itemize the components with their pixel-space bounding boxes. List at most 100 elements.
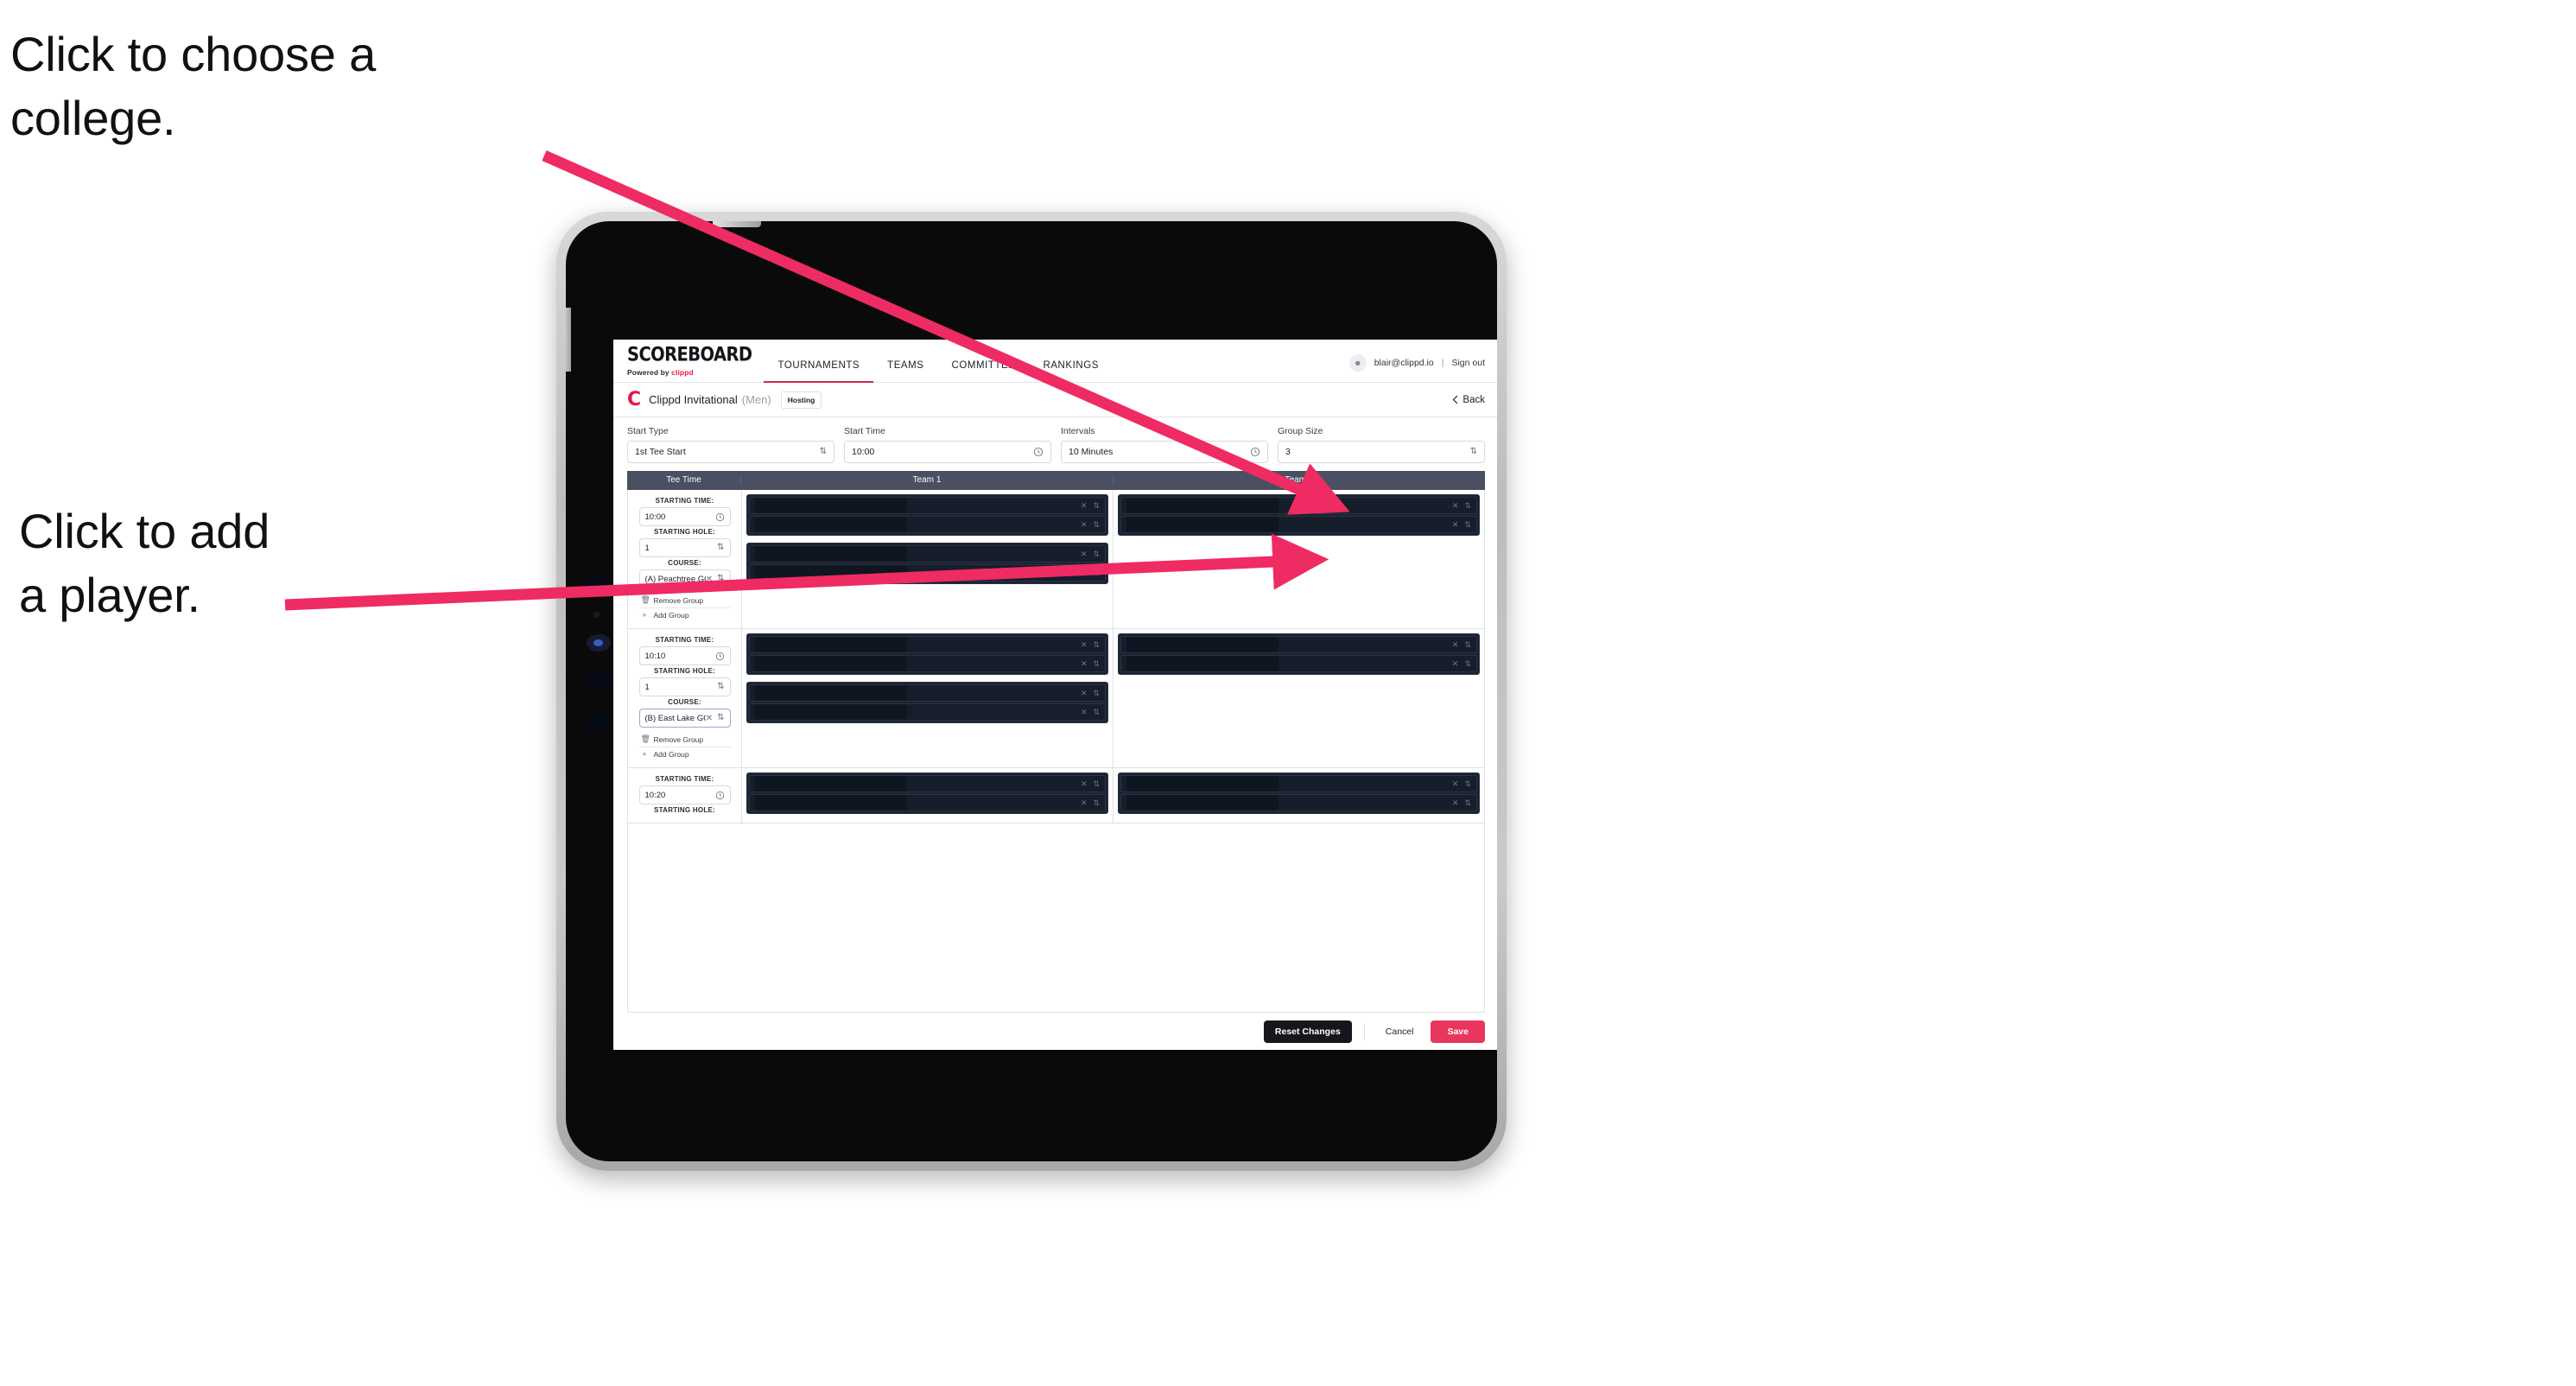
player-group: ✕ ⇅ ✕ ⇅ (1118, 772, 1480, 814)
annotation-choose-college: Click to choose a college. (10, 27, 377, 145)
user-icon[interactable]: ☻ (1348, 354, 1367, 372)
chevron-updown-icon[interactable]: ⇅ (1093, 689, 1100, 698)
main-nav: TOURNAMENTS TEAMS COMMITTEE RANKINGS (764, 340, 1112, 383)
tablet-bezel: SCOREBOARD Powered by clippd TOURNAMENTS… (566, 221, 1497, 1161)
start-time-input[interactable]: 10:00 (844, 441, 1051, 463)
chevron-updown-icon: ⇅ (717, 713, 725, 722)
remove-group-button[interactable]: 🗑 Remove Group (639, 732, 731, 747)
close-icon[interactable]: ✕ (1452, 798, 1459, 808)
player-slot[interactable]: ✕ ⇅ (1120, 636, 1477, 653)
chevron-updown-icon[interactable]: ⇅ (1093, 779, 1100, 789)
close-icon[interactable]: ✕ (1081, 520, 1088, 530)
group-size-stepper[interactable]: 3 ⇅ (1278, 441, 1485, 463)
chevron-updown-icon[interactable]: ⇅ (1093, 708, 1100, 717)
close-icon[interactable]: ✕ (706, 575, 713, 584)
power-button (713, 221, 761, 227)
player-slot[interactable]: ✕ ⇅ (749, 684, 1106, 702)
control-intervals: Intervals 10 Minutes (1061, 426, 1268, 463)
chevron-updown-icon[interactable]: ⇅ (1093, 520, 1100, 530)
player-name-redacted (1126, 656, 1278, 671)
player-group: ✕ ⇅ ✕ ⇅ (746, 494, 1108, 536)
group-actions: 🗑 Remove Group + Add Group (638, 593, 731, 622)
chevron-updown-icon: ⇅ (717, 543, 725, 552)
chevron-updown-icon[interactable]: ⇅ (1093, 550, 1100, 559)
chevron-updown-icon[interactable]: ⇅ (1093, 569, 1100, 578)
close-icon[interactable]: ✕ (1452, 779, 1459, 789)
nav-tab-teams[interactable]: TEAMS (873, 360, 937, 382)
intervals-input[interactable]: 10 Minutes (1061, 441, 1268, 463)
starting-time-input[interactable]: 10:10 (638, 646, 731, 665)
nav-tab-rankings[interactable]: RANKINGS (1029, 360, 1112, 382)
close-icon[interactable]: ✕ (1081, 659, 1088, 669)
chevron-updown-icon[interactable]: ⇅ (1093, 798, 1100, 808)
sign-out-link[interactable]: Sign out (1451, 358, 1485, 368)
player-slot[interactable]: ✕ ⇅ (749, 516, 1106, 533)
close-icon[interactable]: ✕ (1081, 708, 1088, 717)
player-slot-controls: ✕ ⇅ (1452, 659, 1471, 669)
chevron-updown-icon[interactable]: ⇅ (1464, 798, 1471, 808)
add-group-button[interactable]: + Add Group (638, 747, 731, 761)
close-icon[interactable]: ✕ (1081, 550, 1088, 559)
player-slot[interactable]: ✕ ⇅ (1120, 516, 1477, 533)
player-slot[interactable]: ✕ ⇅ (749, 497, 1106, 514)
player-slot[interactable]: ✕ ⇅ (749, 794, 1106, 811)
start-type-select[interactable]: 1st Tee Start ⇅ (627, 441, 834, 463)
player-slot[interactable]: ✕ ⇅ (1120, 775, 1477, 792)
nav-tab-tournaments[interactable]: TOURNAMENTS (764, 360, 873, 383)
tee-time-cell: STARTING TIME: 10:00 STARTING HOLE: 1 ⇅ … (628, 490, 742, 628)
player-name-redacted (1126, 795, 1278, 811)
chevron-updown-icon[interactable]: ⇅ (1464, 501, 1471, 511)
course-select[interactable]: (B) East Lake GC ✕ ⇅ (638, 709, 731, 728)
player-slot[interactable]: ✕ ⇅ (749, 655, 1106, 672)
close-icon[interactable]: ✕ (1452, 520, 1459, 530)
tee-sheet-table-body[interactable]: STARTING TIME: 10:00 STARTING HOLE: 1 ⇅ … (627, 490, 1485, 1013)
player-slot-controls: ✕ ⇅ (1081, 501, 1100, 511)
chevron-updown-icon[interactable]: ⇅ (1093, 640, 1100, 650)
close-icon[interactable]: ✕ (1081, 779, 1088, 789)
chevron-updown-icon[interactable]: ⇅ (1464, 640, 1471, 650)
close-icon[interactable]: ✕ (1081, 689, 1088, 698)
reset-changes-button[interactable]: Reset Changes (1263, 1020, 1352, 1043)
starting-hole-stepper[interactable]: 1 ⇅ (638, 677, 731, 696)
player-slot[interactable]: ✕ ⇅ (749, 564, 1106, 582)
player-slot-controls: ✕ ⇅ (1452, 520, 1471, 530)
close-icon[interactable]: ✕ (1081, 798, 1088, 808)
player-name-redacted (1126, 637, 1278, 652)
starting-time-input[interactable]: 10:00 (638, 507, 731, 526)
divider (1363, 1023, 1365, 1040)
player-slot[interactable]: ✕ ⇅ (1120, 497, 1477, 514)
close-icon[interactable]: ✕ (1452, 640, 1459, 650)
nav-tab-committee[interactable]: COMMITTEE (938, 360, 1030, 382)
player-slot[interactable]: ✕ ⇅ (1120, 794, 1477, 811)
tee-time-cell: STARTING TIME: 10:10 STARTING HOLE: 1 ⇅ … (628, 629, 742, 767)
chevron-updown-icon[interactable]: ⇅ (1464, 659, 1471, 669)
course-value: (A) Peachtree GC (644, 574, 706, 584)
close-icon[interactable]: ✕ (1452, 659, 1459, 669)
cancel-button[interactable]: Cancel (1377, 1020, 1423, 1043)
close-icon[interactable]: ✕ (1452, 501, 1459, 511)
close-icon[interactable]: ✕ (1081, 640, 1088, 650)
player-slot[interactable]: ✕ ⇅ (749, 703, 1106, 721)
player-slot[interactable]: ✕ ⇅ (1120, 655, 1477, 672)
starting-time-input[interactable]: 10:20 (638, 785, 731, 804)
save-button[interactable]: Save (1431, 1020, 1485, 1043)
chevron-updown-icon[interactable]: ⇅ (1464, 779, 1471, 789)
close-icon[interactable]: ✕ (1081, 501, 1088, 511)
course-select[interactable]: (A) Peachtree GC ✕ ⇅ (638, 569, 731, 588)
back-button[interactable]: Back (1452, 395, 1485, 405)
player-slot[interactable]: ✕ ⇅ (749, 775, 1106, 792)
control-start-type-label: Start Type (627, 426, 669, 436)
chevron-updown-icon[interactable]: ⇅ (1093, 659, 1100, 669)
close-icon[interactable]: ✕ (706, 714, 713, 723)
remove-group-button[interactable]: 🗑 Remove Group (639, 593, 731, 607)
player-group: ✕ ⇅ ✕ ⇅ (746, 543, 1108, 584)
close-icon[interactable]: ✕ (1081, 569, 1088, 578)
player-slot-controls: ✕ ⇅ (1081, 689, 1100, 698)
chevron-updown-icon[interactable]: ⇅ (1464, 520, 1471, 530)
player-slot[interactable]: ✕ ⇅ (749, 636, 1106, 653)
chevron-updown-icon[interactable]: ⇅ (1093, 501, 1100, 511)
add-group-button[interactable]: + Add Group (638, 607, 731, 622)
starting-hole-stepper[interactable]: 1 ⇅ (638, 538, 731, 557)
player-slot[interactable]: ✕ ⇅ (749, 545, 1106, 563)
plus-icon: + (642, 611, 647, 620)
